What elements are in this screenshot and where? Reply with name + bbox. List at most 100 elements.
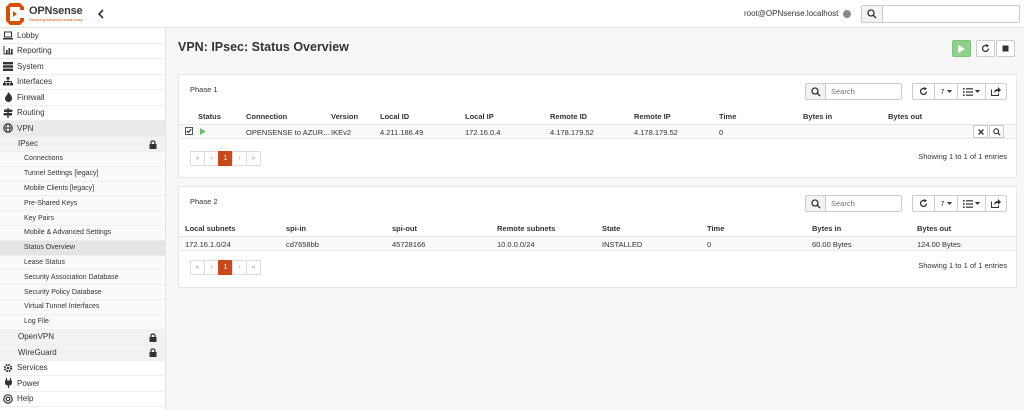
local-subnets-cell: 172.16.1.0/24	[185, 240, 231, 249]
sidebar-item-key-pairs[interactable]: Key Pairs	[0, 211, 165, 226]
sidebar-item-sa-database[interactable]: Security Association Database	[0, 270, 165, 286]
sidebar-item-wireguard[interactable]: WireGuard	[0, 345, 165, 361]
sidebar-item-routing[interactable]: Routing	[0, 105, 165, 121]
column-header[interactable]: Time	[719, 112, 736, 121]
caret-down-icon	[946, 90, 952, 93]
global-search-input[interactable]	[883, 5, 1020, 23]
sidebar-item-help[interactable]: Help	[0, 391, 165, 408]
search-icon[interactable]	[805, 83, 826, 100]
pager-first-button[interactable]: «	[190, 151, 205, 166]
column-header[interactable]: Local ID	[380, 112, 409, 121]
pager-last-button[interactable]: »	[246, 151, 261, 166]
column-header[interactable]: Bytes in	[803, 112, 832, 121]
sidebar-item-mobile-clients[interactable]: Mobile Clients [legacy]	[0, 181, 165, 197]
sidebar-item-connections[interactable]: Connections	[0, 152, 165, 167]
column-header[interactable]: spi-out	[392, 224, 417, 233]
sidebar-item-ipsec[interactable]: IPsec	[0, 136, 165, 152]
pager-prev-button[interactable]: ‹	[204, 151, 219, 166]
column-header[interactable]: Local IP	[465, 112, 494, 121]
sidebar-item-label: Reporting	[17, 46, 52, 56]
stop-service-button[interactable]	[996, 40, 1015, 57]
column-header[interactable]: Status	[198, 112, 221, 121]
sidebar-item-status-overview[interactable]: Status Overview	[0, 240, 165, 256]
column-header[interactable]: Bytes out	[888, 112, 922, 121]
sidebar-item-tunnel-settings[interactable]: Tunnel Settings [legacy]	[0, 166, 165, 182]
brand-name: OPNsense	[29, 5, 83, 17]
phase2-title: Phase 2	[190, 197, 218, 206]
status-dot-icon	[843, 10, 851, 18]
sidebar-item-pre-shared-keys[interactable]: Pre-Shared Keys	[0, 196, 165, 212]
column-header[interactable]: spi-in	[286, 224, 306, 233]
column-header[interactable]: Bytes out	[917, 224, 951, 233]
sidebar-item-advanced-settings[interactable]: Mobile & Advanced Settings	[0, 225, 165, 241]
pager-first-button[interactable]: «	[190, 260, 205, 275]
opnsense-logo[interactable]: OPNsense Securing networks made easy	[4, 3, 92, 25]
list-icon	[963, 87, 973, 96]
sidebar-item-sp-database[interactable]: Security Policy Database	[0, 285, 165, 300]
sidebar-item-lobby[interactable]: Lobby	[0, 28, 165, 44]
sidebar-item-interfaces[interactable]: Interfaces	[0, 74, 165, 90]
table-row[interactable]: OPENSENSE to AZUR... IKEv2 4.211.186.49 …	[179, 124, 1016, 139]
sidebar-item-firewall[interactable]: Firewall	[0, 90, 165, 106]
sidebar-item-log-file[interactable]: Log File	[0, 314, 165, 330]
column-header[interactable]: Time	[707, 224, 724, 233]
pager-next-button[interactable]: ›	[232, 260, 247, 275]
column-header[interactable]: Remote subnets	[497, 224, 555, 233]
connection-cell: OPENSENSE to AZUR...	[246, 128, 330, 137]
pager-next-button[interactable]: ›	[232, 151, 247, 166]
sidebar-item-openvpn[interactable]: OpenVPN	[0, 329, 165, 346]
restart-service-button[interactable]	[976, 40, 995, 57]
column-header[interactable]: Remote ID	[550, 112, 587, 121]
column-header[interactable]: State	[602, 224, 620, 233]
pager-last-button[interactable]: »	[246, 260, 261, 275]
phase1-search-input[interactable]	[826, 83, 902, 100]
phase2-columns-button[interactable]	[957, 195, 986, 212]
phase2-refresh-button[interactable]	[912, 195, 935, 212]
search-icon[interactable]	[861, 5, 883, 23]
chevron-left-icon[interactable]	[95, 7, 105, 21]
user-name[interactable]: root@OPNsense.localhost	[744, 9, 838, 18]
close-icon	[977, 128, 984, 135]
pager-prev-button[interactable]: ‹	[204, 260, 219, 275]
status-play-icon	[200, 128, 206, 137]
pager-page-1[interactable]: 1	[218, 151, 233, 166]
sidebar-item-label: System	[17, 61, 44, 71]
sidebar-item-vpn[interactable]: VPN	[0, 121, 165, 137]
sidebar-item-lease-status[interactable]: Lease Status	[0, 255, 165, 271]
sidebar-item-label: WireGuard	[18, 347, 57, 357]
sidebar-item-label: VPN	[17, 123, 34, 133]
column-header[interactable]: Version	[331, 112, 358, 121]
sidebar-item-reporting[interactable]: Reporting	[0, 43, 165, 59]
column-header[interactable]: Local subnets	[185, 224, 235, 233]
local-id-cell: 4.211.186.49	[380, 128, 424, 137]
disconnect-button[interactable]	[973, 125, 988, 138]
column-header[interactable]: Remote IP	[634, 112, 671, 121]
phase2-export-button[interactable]	[985, 195, 1007, 212]
brand-tagline: Securing networks made easy	[29, 17, 83, 22]
column-header[interactable]: Bytes in	[812, 224, 841, 233]
sidebar-item-label: Tunnel Settings [legacy]	[24, 170, 99, 178]
phase2-page-size-select[interactable]: 7	[934, 195, 958, 212]
row-checkbox[interactable]	[185, 127, 193, 137]
search-icon[interactable]	[805, 195, 826, 212]
sidebar-item-system[interactable]: System	[0, 59, 165, 75]
sidebar-item-services[interactable]: Services	[0, 360, 165, 377]
phase1-entries-info: Showing 1 to 1 of 1 entries	[918, 152, 1007, 161]
column-header[interactable]: Connection	[246, 112, 287, 121]
sidebar-item-power[interactable]: Power	[0, 376, 165, 392]
sidebar-item-label: IPsec	[18, 139, 39, 149]
phase2-search-input[interactable]	[826, 195, 902, 212]
sidebar-item-label: Firewall	[17, 92, 45, 102]
phase1-columns-button[interactable]	[957, 83, 986, 100]
row-search-button[interactable]	[989, 125, 1004, 138]
table-row[interactable]: 172.16.1.0/24 cd7658bb 45728166 10.0.0.0…	[179, 236, 1016, 251]
sidebar-item-label: Status Overview	[24, 244, 75, 252]
start-service-button[interactable]	[952, 40, 971, 57]
phase1-panel: Phase 1 7 Status Connection Version Loca…	[178, 74, 1017, 178]
pager-page-1[interactable]: 1	[218, 260, 233, 275]
phase1-page-size-select[interactable]: 7	[934, 83, 958, 100]
sidebar-item-vti[interactable]: Virtual Tunnel Interfaces	[0, 299, 165, 315]
cog-icon	[3, 363, 13, 373]
phase1-export-button[interactable]	[985, 83, 1007, 100]
phase1-refresh-button[interactable]	[912, 83, 935, 100]
